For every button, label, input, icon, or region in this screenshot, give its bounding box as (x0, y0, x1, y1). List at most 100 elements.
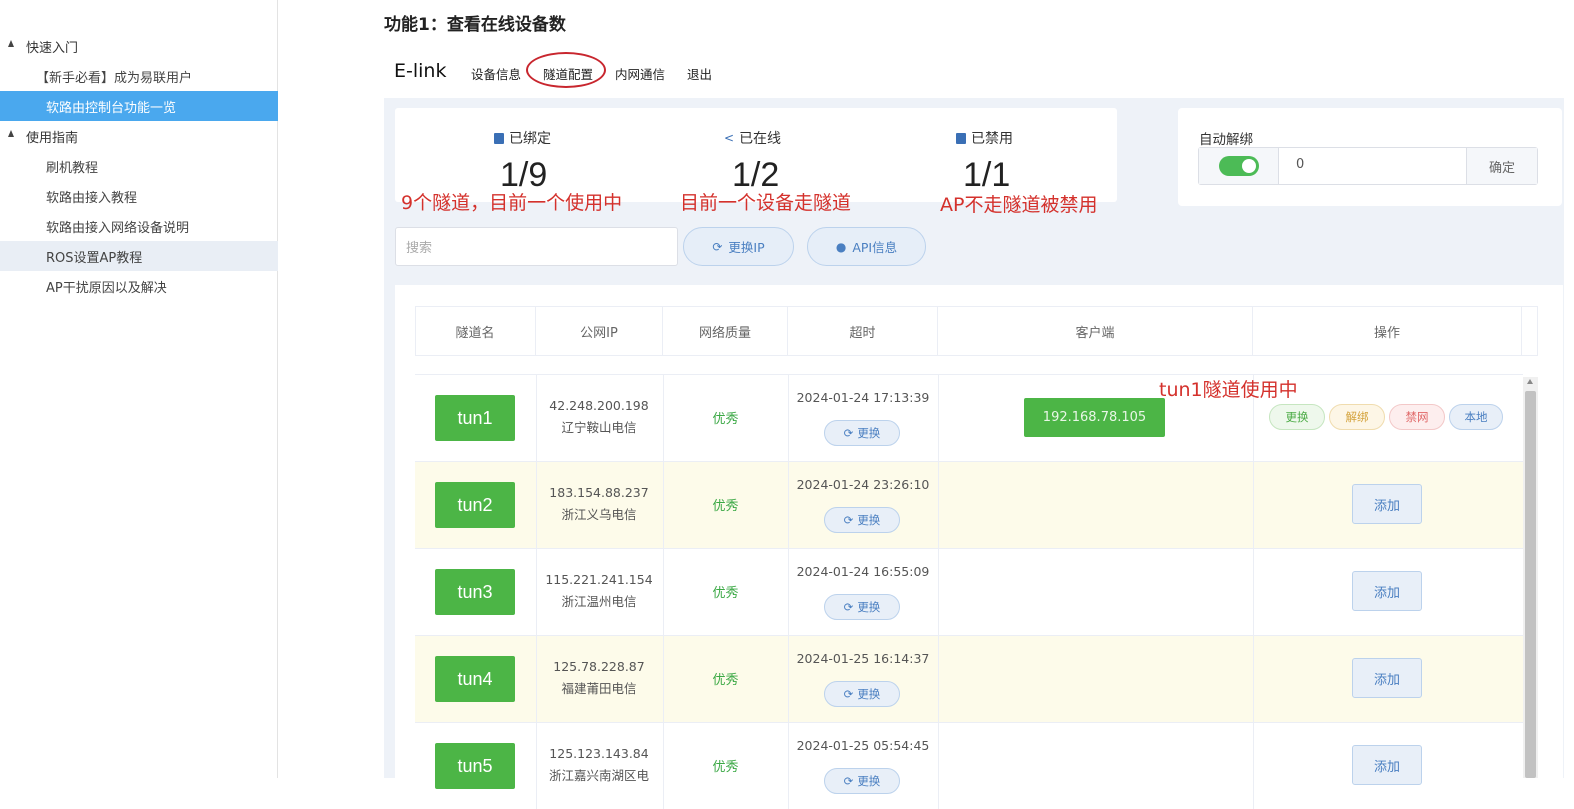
sidebar-item-newbie-guide[interactable]: 【新手必看】成为易联用户 (0, 61, 278, 91)
change-label: 更换 (857, 426, 881, 440)
page-title: 功能1：查看在线设备数 (384, 15, 566, 35)
quality-text: 优秀 (712, 673, 739, 688)
annotation-online: 目前一个设备走隧道 (680, 192, 852, 214)
cell-divider (1253, 635, 1254, 722)
sidebar-item-device-access[interactable]: 软路由接入网络设备说明 (0, 211, 278, 241)
scrollbar-thumb[interactable] (1525, 391, 1536, 778)
cell-divider (938, 461, 939, 548)
op-local-button[interactable]: 本地 (1449, 404, 1503, 430)
cell-divider (788, 722, 789, 809)
add-client-button[interactable]: 添加 (1352, 484, 1422, 524)
sidebar-item-ap-interference[interactable]: AP干扰原因以及解决 (0, 271, 278, 301)
scroll-up-arrow-icon[interactable] (1527, 379, 1533, 384)
sidebar-group-label: 使用指南 (26, 130, 79, 146)
tunnel-name-tag[interactable]: tun2 (435, 482, 515, 528)
refresh-icon: ⟳ (843, 426, 854, 440)
tunnel-name-tag[interactable]: tun1 (435, 395, 515, 441)
highlight-circle-annotation (526, 52, 606, 88)
cell-divider (1253, 548, 1254, 635)
tunnel-name-tag[interactable]: tun5 (435, 743, 515, 789)
public-ip-cell: 183.154.88.237 浙江义乌电信 (536, 482, 662, 526)
change-timeout-button[interactable]: ⟳ 更换 (824, 768, 900, 794)
confirm-button[interactable]: 确定 (1466, 148, 1537, 184)
stat-label-text: 已绑定 (509, 131, 551, 147)
auto-unbind-input[interactable]: 0 (1296, 157, 1304, 172)
cell-divider (1253, 461, 1254, 548)
cell-divider (938, 635, 939, 722)
api-info-label: API信息 (852, 240, 898, 255)
quality-text: 优秀 (712, 412, 739, 427)
public-ip-cell: 42.248.200.198 辽宁鞍山电信 (536, 395, 662, 439)
public-ip-text: 183.154.88.237 (549, 485, 649, 500)
refresh-icon: ⟳ (843, 600, 854, 614)
search-placeholder: 搜索 (406, 241, 433, 256)
quality-text: 优秀 (712, 760, 739, 775)
cell-divider (788, 548, 789, 635)
add-client-button[interactable]: 添加 (1352, 571, 1422, 611)
nav-logout[interactable]: 退出 (687, 64, 712, 83)
ip-location-text: 福建莆田电信 (561, 681, 637, 696)
public-ip-cell: 125.78.228.87 福建莆田电信 (536, 656, 662, 700)
op-change-button[interactable]: 更换 (1269, 404, 1325, 430)
timeout-text: 2024-01-25 16:14:37 (796, 651, 930, 666)
ip-location-text: 浙江嘉兴南湖区电 (548, 768, 649, 783)
change-timeout-button[interactable]: ⟳ 更换 (824, 681, 900, 707)
stat-label-text: 已禁用 (971, 131, 1013, 147)
change-timeout-button[interactable]: ⟳ 更换 (824, 594, 900, 620)
sidebar-item-label: 软路由接入网络设备说明 (46, 220, 190, 236)
sidebar-item-console-features[interactable]: 软路由控制台功能一览 (0, 91, 278, 121)
refresh-icon: ⟳ (843, 774, 854, 788)
change-timeout-button[interactable]: ⟳ 更换 (824, 507, 900, 533)
nav-lan-comm[interactable]: 内网通信 (615, 64, 665, 83)
annotation-disabled: AP不走隧道被禁用 (940, 194, 1098, 216)
public-ip-text: 125.78.228.87 (553, 659, 645, 674)
th-tunnel-name: 隧道名 (415, 306, 536, 356)
stat-online-label: < 已在线 (724, 128, 781, 148)
quality-text: 优秀 (712, 586, 739, 601)
th-operations: 操作 (1253, 306, 1522, 356)
search-input[interactable]: 搜索 (395, 227, 678, 266)
collapse-triangle-icon[interactable] (8, 40, 14, 47)
api-info-button[interactable]: ● API信息 (807, 227, 926, 266)
auto-unbind-toggle[interactable] (1219, 156, 1259, 176)
sidebar-item-label: 刷机教程 (46, 160, 99, 176)
th-timeout: 超时 (788, 306, 938, 356)
change-label: 更换 (857, 774, 881, 788)
add-client-button[interactable]: 添加 (1352, 745, 1422, 785)
sidebar-group-quickstart[interactable]: 快速入门 (0, 31, 278, 61)
client-ip-badge[interactable]: 192.168.78.105 (1024, 398, 1165, 437)
timeout-text: 2024-01-25 05:54:45 (796, 738, 930, 753)
share-icon: < (724, 131, 735, 145)
sidebar-item-ros-ap[interactable]: ROS设置AP教程 (0, 241, 278, 271)
sidebar-item-label: 软路由接入教程 (46, 190, 138, 206)
th-client: 客户端 (938, 306, 1253, 356)
timeout-text: 2024-01-24 23:26:10 (796, 477, 930, 492)
change-timeout-button[interactable]: ⟳ 更换 (824, 420, 900, 446)
tunnel-name-tag[interactable]: tun3 (435, 569, 515, 615)
quality-text: 优秀 (712, 499, 739, 514)
sidebar: 快速入门 【新手必看】成为易联用户 软路由控制台功能一览 使用指南 刷机教程 软… (0, 0, 278, 778)
cell-divider (788, 635, 789, 722)
info-icon: ● (835, 239, 847, 254)
collapse-triangle-icon[interactable] (8, 130, 14, 137)
th-public-ip: 公网IP (536, 306, 663, 356)
sidebar-item-flash[interactable]: 刷机教程 (0, 151, 278, 181)
add-client-button[interactable]: 添加 (1352, 658, 1422, 698)
sidebar-item-label: 软路由控制台功能一览 (46, 100, 177, 116)
op-unbind-button[interactable]: 解绑 (1329, 404, 1385, 430)
public-ip-cell: 125.123.143.84 浙江嘉兴南湖区电 (536, 743, 662, 787)
refresh-icon: ⟳ (843, 513, 854, 527)
cell-divider (788, 374, 789, 461)
sidebar-item-label: 【新手必看】成为易联用户 (36, 70, 193, 86)
th-quality: 网络质量 (663, 306, 788, 356)
op-block-net-button[interactable]: 禁网 (1389, 404, 1445, 430)
ip-location-text: 辽宁鞍山电信 (561, 420, 637, 435)
change-ip-button[interactable]: ⟳ 更换IP (683, 227, 794, 266)
stat-bound-label: 已绑定 (494, 128, 551, 148)
tunnel-name-tag[interactable]: tun4 (435, 656, 515, 702)
nav-device-info[interactable]: 设备信息 (471, 64, 521, 83)
sidebar-group-guide[interactable]: 使用指南 (0, 121, 278, 151)
refresh-icon: ⟳ (843, 687, 854, 701)
sidebar-item-router-access[interactable]: 软路由接入教程 (0, 181, 278, 211)
annotation-bound: 9个隧道，目前一个使用中 (401, 192, 623, 214)
